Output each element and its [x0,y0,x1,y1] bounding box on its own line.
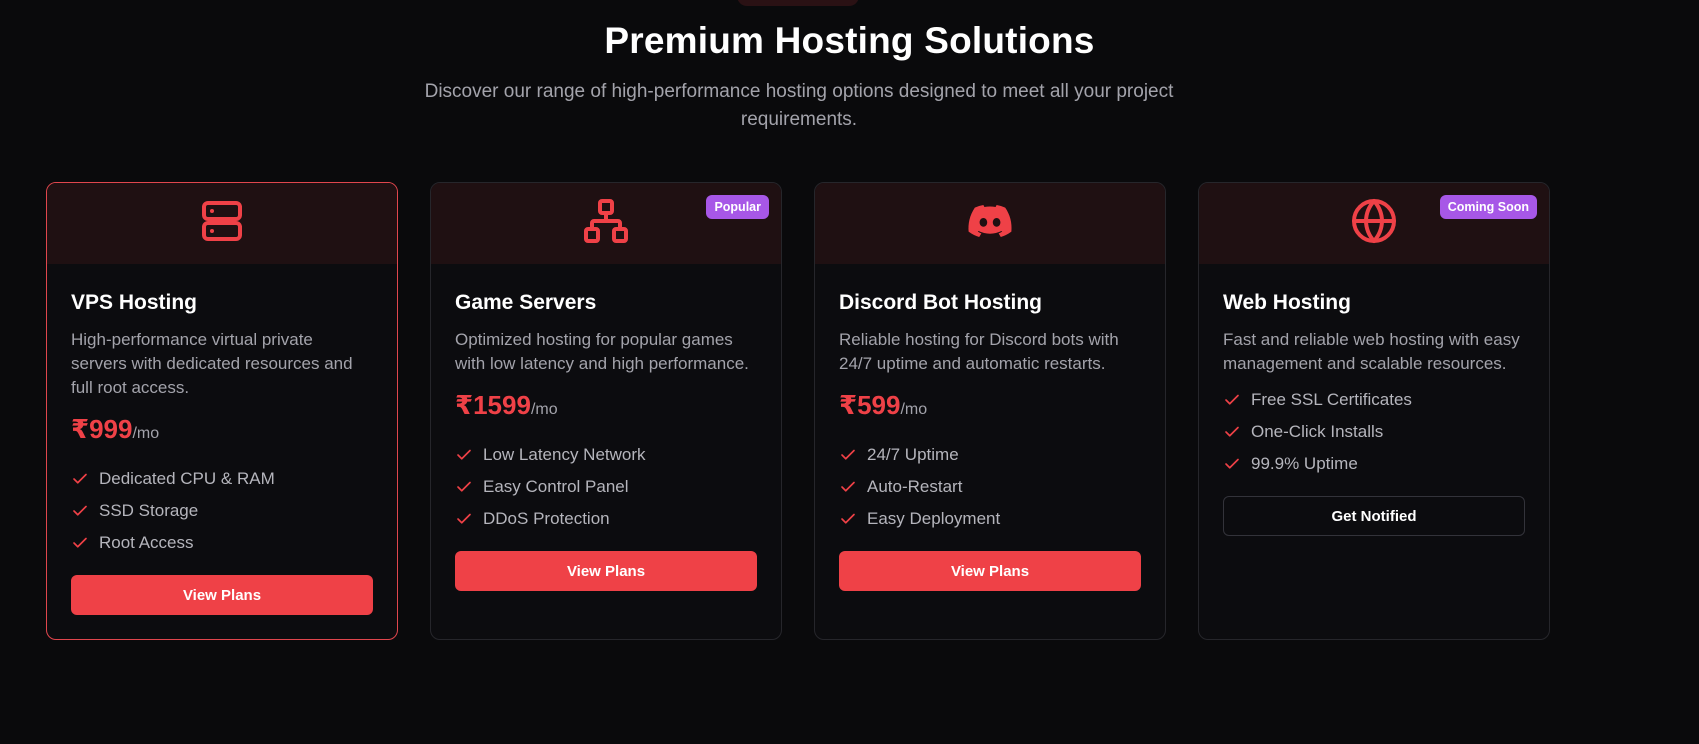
view-plans-button[interactable]: View Plans [839,551,1141,591]
card-description: Reliable hosting for Discord bots with 2… [839,330,1119,373]
feature-label: DDoS Protection [483,509,610,528]
feature-list: Low Latency Network Easy Control Panel D… [455,439,757,535]
feature-list: Free SSL Certificates One-Click Installs… [1223,384,1525,480]
card-vps-hosting: VPS Hosting High-performance virtual pri… [46,182,398,640]
get-notified-button[interactable]: Get Notified [1223,496,1525,536]
feature-item: SSD Storage [71,495,373,527]
feature-item: 99.9% Uptime [1223,448,1525,480]
page-title: Premium Hosting Solutions [604,20,1095,61]
check-icon [73,505,87,516]
coming-soon-badge: Coming Soon [1439,195,1537,219]
feature-item: Auto-Restart [839,471,1141,503]
card-description: High-performance virtual private servers… [71,330,353,397]
feature-label: SSD Storage [99,501,199,520]
card-header [815,183,1165,264]
globe-icon [1350,197,1398,250]
card-discord-bot-hosting: Discord Bot Hosting Reliable hosting for… [814,182,1166,640]
check-icon [457,449,471,460]
price-period: /mo [132,425,160,442]
feature-list: 24/7 Uptime Auto-Restart Easy Deployment [839,439,1141,535]
feature-label: 99.9% Uptime [1251,454,1358,473]
feature-label: One-Click Installs [1251,422,1384,441]
section-tag-pill [737,0,859,6]
feature-item: 24/7 Uptime [839,439,1141,471]
card-header [47,183,397,264]
card-title: Discord Bot Hosting [839,291,1042,314]
card-header: Popular [431,183,781,264]
check-icon [841,513,855,524]
price: ₹999/mo [71,412,373,451]
card-title: VPS Hosting [71,291,198,314]
price-period: /mo [530,401,558,418]
page-subtitle: Discover our range of high-performance h… [424,81,1174,130]
feature-label: Dedicated CPU & RAM [99,469,275,488]
price-amount: ₹599 [839,390,901,420]
popular-badge: Popular [706,195,769,219]
price-period: /mo [900,401,928,418]
feature-item: Dedicated CPU & RAM [71,463,373,495]
card-description: Fast and reliable web hosting with easy … [1223,330,1520,373]
feature-item: Root Access [71,527,373,559]
feature-item: Low Latency Network [455,439,757,471]
view-plans-button[interactable]: View Plans [71,575,373,615]
price-amount: ₹999 [71,414,133,444]
check-icon [73,473,87,484]
server-icon [198,197,246,250]
feature-label: Auto-Restart [867,477,963,496]
feature-item: Free SSL Certificates [1223,384,1525,416]
card-game-servers: Popular Game Servers Optimized hosting f… [430,182,782,640]
check-icon [457,513,471,524]
feature-label: Low Latency Network [483,445,646,464]
feature-label: Easy Control Panel [483,477,629,496]
price: ₹599/mo [839,388,1141,427]
feature-label: 24/7 Uptime [867,445,959,464]
feature-list: Dedicated CPU & RAM SSD Storage Root Acc… [71,463,373,559]
card-header: Coming Soon [1199,183,1549,264]
feature-label: Easy Deployment [867,509,1001,528]
card-title: Web Hosting [1223,291,1351,314]
card-title: Game Servers [455,291,597,314]
view-plans-button[interactable]: View Plans [455,551,757,591]
network-icon [582,197,630,250]
card-web-hosting: Coming Soon Web Hosting Fast and reliabl… [1198,182,1550,640]
discord-icon [966,197,1014,250]
check-icon [457,481,471,492]
feature-label: Root Access [99,533,194,552]
check-icon [1225,426,1239,437]
card-description: Optimized hosting for popular games with… [455,330,749,373]
check-icon [73,537,87,548]
price: ₹1599/mo [455,388,757,427]
check-icon [841,449,855,460]
check-icon [1225,394,1239,405]
feature-label: Free SSL Certificates [1251,390,1412,409]
feature-item: Easy Control Panel [455,471,757,503]
feature-item: DDoS Protection [455,503,757,535]
feature-item: Easy Deployment [839,503,1141,535]
check-icon [1225,458,1239,469]
price-amount: ₹1599 [455,390,531,420]
feature-item: One-Click Installs [1223,416,1525,448]
check-icon [841,481,855,492]
